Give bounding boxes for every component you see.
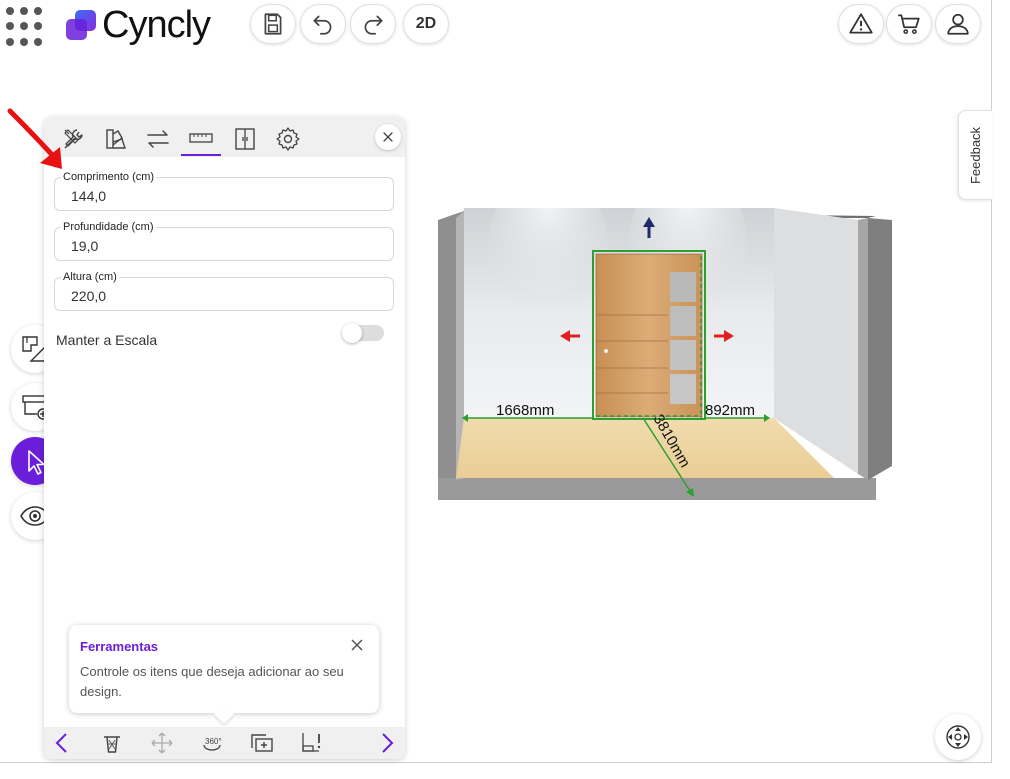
tools-tooltip: Ferramentas Controle os itens que deseja…: [69, 625, 379, 713]
rotate-360-icon: 360°: [203, 737, 222, 751]
chevron-left-icon: [55, 733, 67, 753]
toolbar-prev-button[interactable]: [48, 730, 76, 756]
rotate-360-button[interactable]: 360°: [198, 730, 226, 756]
cart-button[interactable]: [886, 4, 932, 44]
feedback-tab[interactable]: Feedback: [958, 110, 992, 200]
tab-swap[interactable]: [138, 122, 178, 156]
floor: [456, 418, 834, 478]
feedback-label: Feedback: [968, 126, 983, 184]
gear-icon: [276, 127, 300, 151]
depth-label: Profundidade (cm): [61, 221, 156, 233]
user-button[interactable]: [935, 4, 981, 44]
keep-scale-toggle[interactable]: [342, 323, 384, 343]
right-wall-edge: [868, 218, 892, 480]
warnings-button[interactable]: [838, 4, 884, 44]
height-field[interactable]: Altura (cm): [54, 271, 394, 311]
length-input[interactable]: [71, 188, 371, 204]
move-icon: [151, 732, 173, 754]
redo-button[interactable]: [350, 4, 396, 44]
properties-panel: Comprimento (cm) Profundidade (cm) Altur…: [44, 117, 405, 759]
chevron-right-icon: [382, 733, 394, 753]
wardrobe-icon: [235, 128, 255, 150]
height-label: Altura (cm): [61, 271, 119, 283]
view-2d-button[interactable]: 2D: [403, 4, 449, 44]
dim-label-right: 892mm: [705, 402, 755, 419]
move-button[interactable]: [148, 730, 176, 756]
dim-label-left: 1668mm: [496, 402, 554, 419]
tooltip-title: Ferramentas: [80, 639, 159, 654]
toggle-knob: [342, 323, 362, 343]
cart-icon: [898, 14, 920, 34]
apps-grid-icon[interactable]: [6, 7, 46, 47]
length-field[interactable]: Comprimento (cm): [54, 171, 394, 211]
tab-materials[interactable]: [96, 122, 136, 156]
user-icon: [947, 13, 969, 35]
tab-dimensions[interactable]: [181, 122, 221, 156]
logo: Cyncly: [66, 3, 211, 46]
bottom-wall-edge: [438, 478, 876, 500]
tab-wardrobe[interactable]: [225, 122, 265, 156]
save-icon: [264, 13, 282, 35]
toolbar-next-button[interactable]: [373, 730, 401, 756]
tooltip-text: Controle os itens que deseja adicionar a…: [80, 664, 344, 699]
collision-check-button[interactable]: [298, 730, 326, 756]
depth-field[interactable]: Profundidade (cm): [54, 221, 394, 261]
logo-text: Cyncly: [102, 3, 211, 46]
swap-icon: [147, 130, 169, 148]
svg-text:360°: 360°: [205, 737, 222, 746]
wall-corner: [858, 218, 868, 480]
color-palette-icon: [106, 129, 126, 149]
height-input[interactable]: [71, 288, 371, 304]
panel-tab-bar: [44, 117, 405, 157]
trash-icon: [104, 736, 120, 753]
undo-button[interactable]: [300, 4, 346, 44]
logo-mark-icon: [66, 10, 96, 40]
wardrobe[interactable]: [595, 253, 703, 418]
panel-bottom-toolbar: 360°: [44, 727, 405, 759]
depth-input[interactable]: [71, 238, 371, 254]
alert-box-icon: [302, 733, 321, 752]
tooltip-close-icon[interactable]: [349, 637, 365, 653]
save-button[interactable]: [250, 4, 296, 44]
duplicate-button[interactable]: [248, 730, 276, 756]
compass-icon: [946, 725, 970, 749]
undo-icon: [313, 15, 332, 35]
duplicate-icon: [251, 734, 273, 752]
tab-settings[interactable]: [268, 122, 308, 156]
ruler-icon: [189, 133, 213, 143]
room-3d-view[interactable]: 1668mm 892mm 3810mm: [438, 208, 892, 500]
close-icon: [383, 132, 393, 142]
red-annotation-arrow-icon: [7, 108, 62, 169]
length-label: Comprimento (cm): [61, 171, 157, 183]
redo-icon: [364, 15, 383, 35]
warning-icon: [849, 13, 873, 34]
navigation-compass-button[interactable]: [935, 714, 981, 760]
delete-button[interactable]: [98, 730, 126, 756]
keep-scale-label: Manter a Escala: [56, 332, 158, 348]
panel-close-button[interactable]: [375, 124, 401, 150]
